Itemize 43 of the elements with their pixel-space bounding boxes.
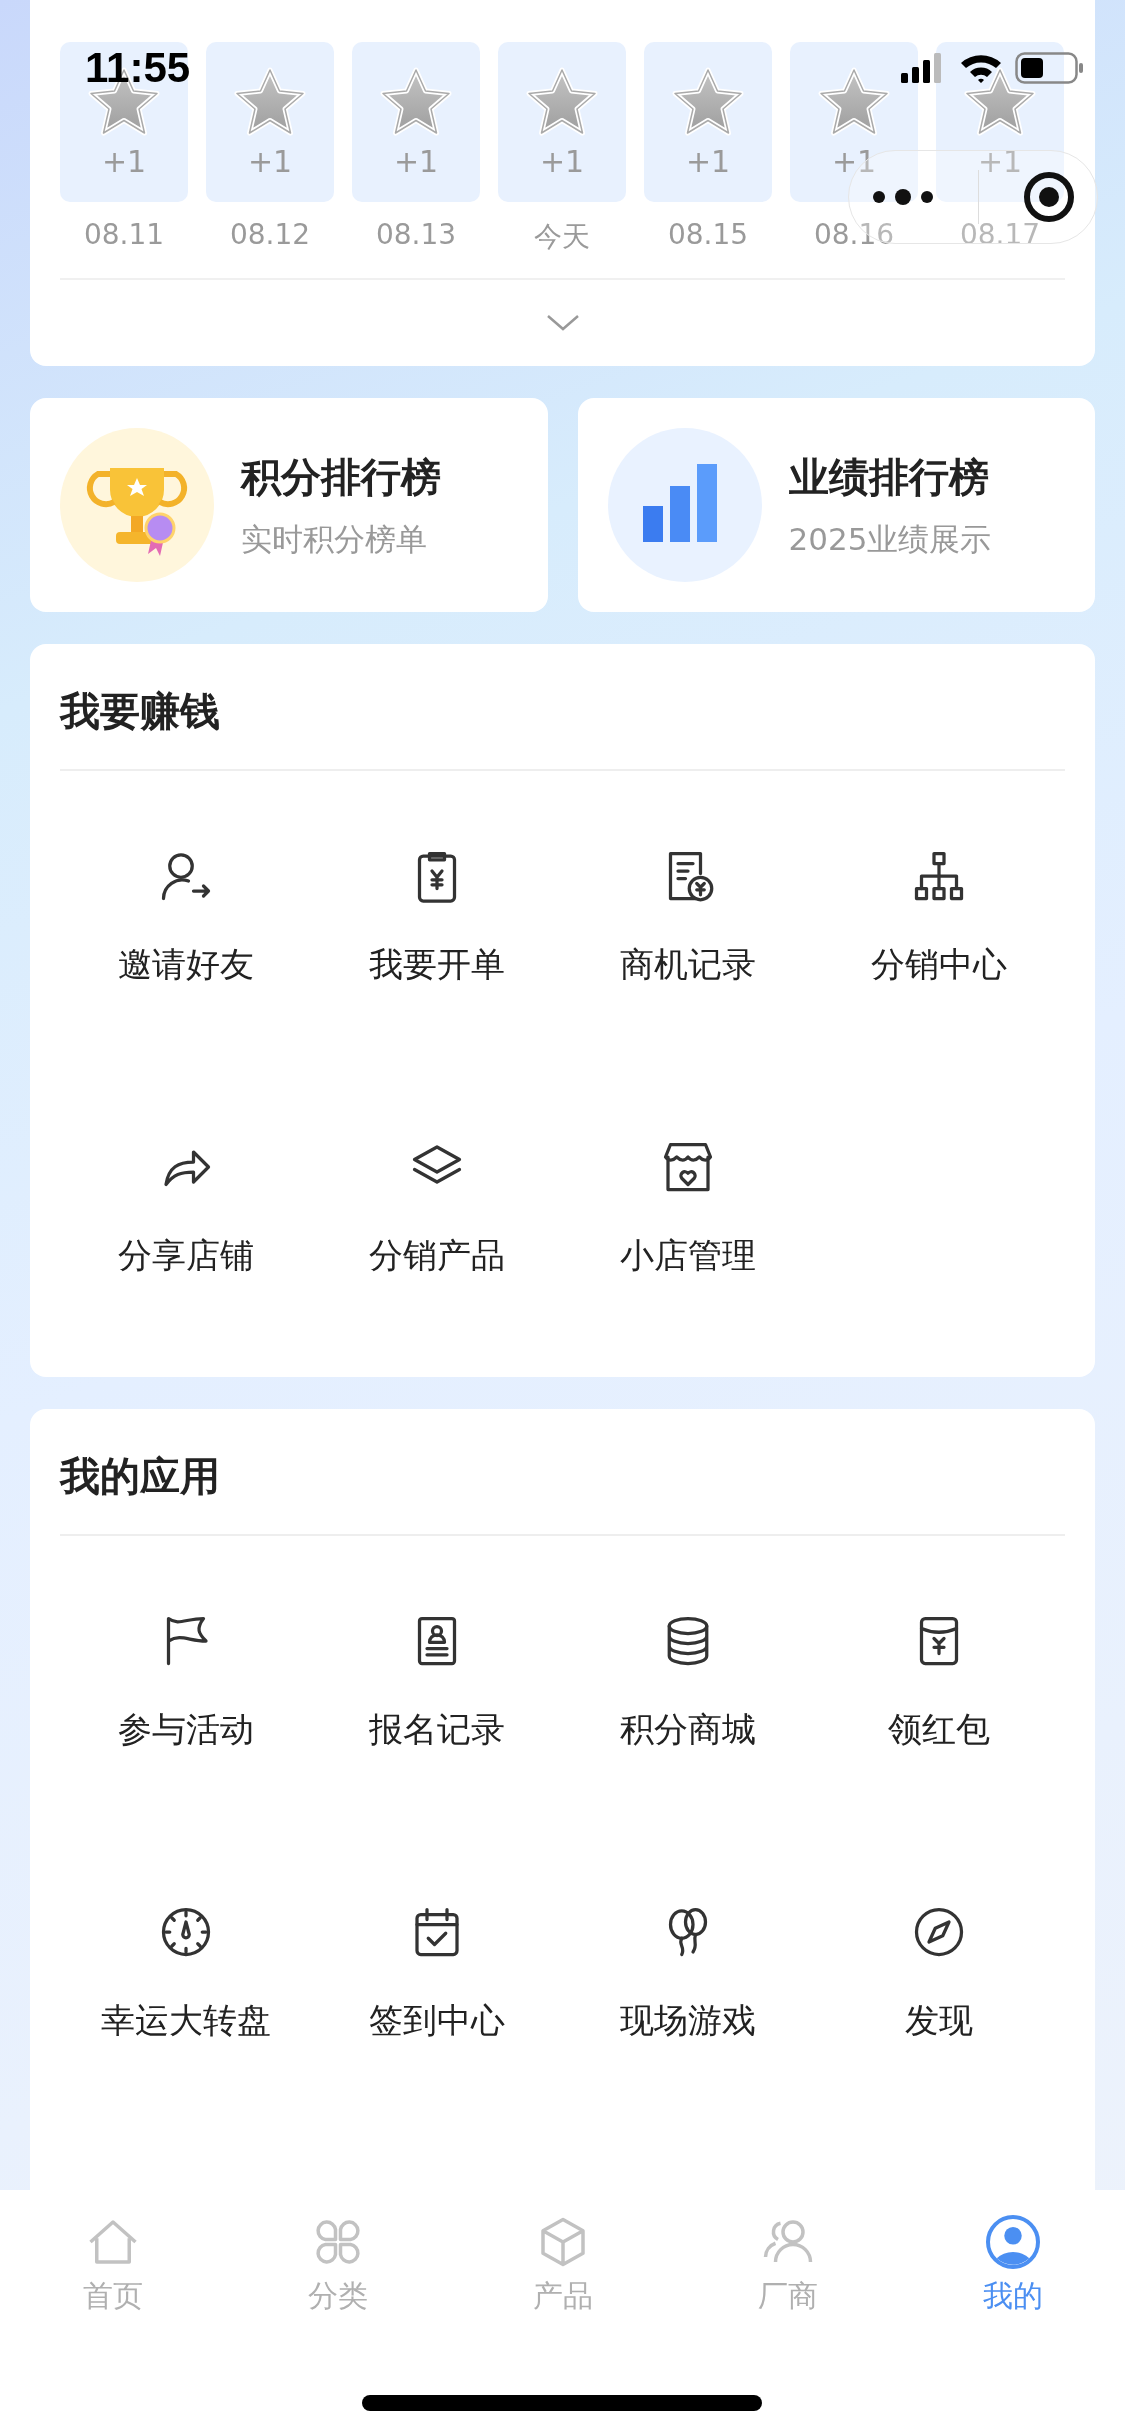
menu-item[interactable]: 参与活动 bbox=[60, 1536, 312, 1827]
menu-item[interactable]: 领红包 bbox=[813, 1536, 1065, 1827]
menu-item[interactable]: 分享店铺 bbox=[60, 1062, 312, 1353]
ranking-title: 业绩排行榜 bbox=[788, 452, 990, 502]
menu-item[interactable]: 分销产品 bbox=[311, 1062, 563, 1353]
more-icon[interactable] bbox=[870, 187, 935, 207]
menu-item[interactable]: 商机记录 bbox=[562, 771, 814, 1062]
date-label: 08.15 bbox=[667, 218, 749, 251]
ranking-card[interactable]: 业绩排行榜 2025业绩展示 bbox=[577, 398, 1095, 612]
date-label: 08.12 bbox=[229, 218, 311, 251]
menu-item[interactable]: 小店管理 bbox=[562, 1062, 814, 1353]
points-label: +1 bbox=[101, 144, 147, 179]
ranking-card[interactable]: 积分排行榜 实时积分榜单 bbox=[30, 398, 548, 612]
close-icon[interactable] bbox=[1021, 170, 1076, 224]
menu-item[interactable]: 报名记录 bbox=[311, 1536, 563, 1827]
date-label: 08.13 bbox=[375, 218, 457, 251]
date-label: 08.11 bbox=[83, 218, 165, 251]
section-title: 我要赚钱 bbox=[60, 687, 221, 736]
battery-icon bbox=[1015, 52, 1085, 84]
ranking-title: 积分排行榜 bbox=[241, 452, 441, 502]
section-title: 我的应用 bbox=[60, 1452, 221, 1501]
bar-chart-icon bbox=[607, 427, 763, 583]
points-label: +1 bbox=[393, 144, 439, 179]
points-label: +1 bbox=[539, 144, 585, 179]
date-label: 今天 bbox=[534, 219, 590, 255]
menu-item[interactable]: 我要开单 bbox=[311, 771, 563, 1062]
menu-item[interactable]: 分销中心 bbox=[813, 771, 1065, 1062]
points-label: +1 bbox=[685, 144, 731, 179]
ranking-subtitle: 2025业绩展示 bbox=[788, 519, 992, 559]
status-time: 11:55 bbox=[85, 44, 191, 92]
menu-item[interactable]: 幸运大转盘 bbox=[60, 1827, 312, 2118]
trophy-icon bbox=[60, 427, 215, 583]
menu-item[interactable]: 发现 bbox=[813, 1827, 1065, 2118]
menu-item[interactable]: 现场游戏 bbox=[562, 1827, 814, 2118]
date-label: 08.16 bbox=[813, 218, 895, 251]
wifi-icon bbox=[959, 52, 1003, 84]
ranking-subtitle: 实时积分榜单 bbox=[241, 519, 428, 559]
points-label: +1 bbox=[831, 144, 877, 179]
points-label: +1 bbox=[977, 144, 1023, 179]
menu-item[interactable]: 签到中心 bbox=[311, 1827, 563, 2118]
points-label: +1 bbox=[247, 144, 293, 179]
menu-item[interactable]: 积分商城 bbox=[562, 1536, 814, 1827]
menu-item[interactable]: 邀请好友 bbox=[60, 771, 312, 1062]
